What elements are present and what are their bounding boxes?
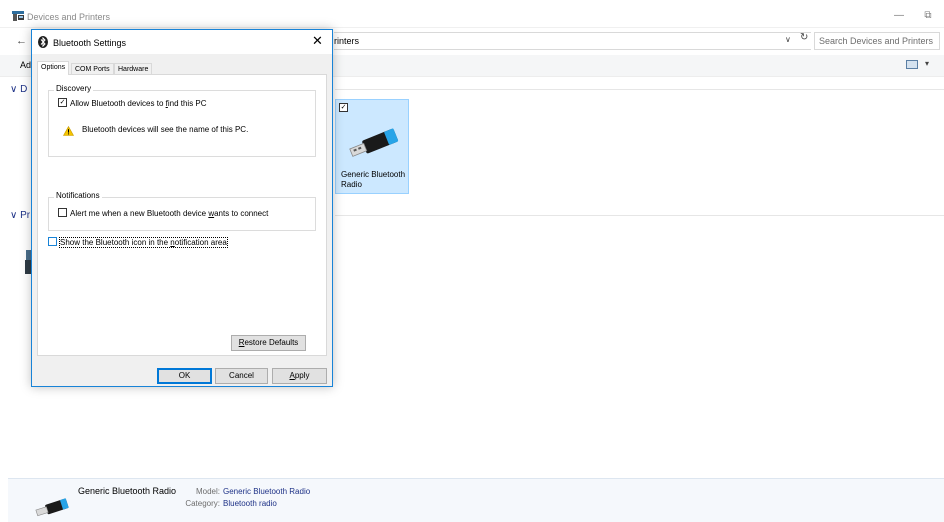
address-text: rinters <box>334 36 360 46</box>
discovery-groupbox: Discovery ✓ Allow Bluetooth devices to fi… <box>48 84 316 157</box>
device-tile-label: Generic Bluetooth Radio <box>341 170 406 189</box>
allow-discovery-checkbox[interactable]: ✓ Allow Bluetooth devices to find this PC <box>58 98 207 108</box>
allow-discovery-label-start: Allow Bluetooth devices to <box>70 99 166 108</box>
apply-label: pply <box>294 371 310 380</box>
usb-bluetooth-dongle-icon <box>349 128 399 157</box>
warning-icon <box>63 126 74 136</box>
ok-button[interactable]: OK <box>157 368 212 384</box>
back-arrow-icon[interactable]: ← <box>16 35 27 47</box>
alert-new-device-check[interactable] <box>58 208 67 218</box>
discovery-legend: Discovery <box>54 84 94 93</box>
notifications-groupbox: Notifications Alert me when a new Blueto… <box>48 191 316 231</box>
close-icon[interactable]: ✕ <box>312 33 323 49</box>
show-bluetooth-icon-checkbox[interactable]: Show the Bluetooth icon in the notificat… <box>48 237 228 248</box>
tab-options[interactable]: Options <box>37 61 70 75</box>
group-divider-devices <box>335 89 944 90</box>
show-icon-label-start: Show the Bluetooth icon in the <box>60 238 171 247</box>
group-header-printers[interactable]: ∨ Pr <box>10 210 30 221</box>
details-category-value: Bluetooth radio <box>223 499 277 508</box>
show-icon-label-end: otification area <box>174 238 227 247</box>
show-bluetooth-icon-check[interactable] <box>48 237 57 247</box>
alert-label-end: ants to connect <box>214 209 269 218</box>
details-model-label: Model: <box>195 487 220 496</box>
dialog-title-bar: Bluetooth Settings ✕ <box>32 30 332 54</box>
change-view-icon[interactable] <box>906 60 918 69</box>
minimize-button[interactable]: — <box>889 8 909 24</box>
allow-discovery-check[interactable]: ✓ <box>58 98 67 108</box>
device-tile-checkbox[interactable]: ✓ <box>339 103 348 112</box>
details-category-label: Category: <box>185 499 220 508</box>
add-device-command[interactable]: Ad <box>20 60 31 70</box>
details-pane: Generic Bluetooth Radio Model: Generic B… <box>8 478 944 522</box>
bluetooth-settings-dialog: Bluetooth Settings ✕ Options COM Ports H… <box>31 29 333 387</box>
devices-printers-icon <box>12 11 24 21</box>
notifications-legend: Notifications <box>54 191 102 200</box>
details-device-name: Generic Bluetooth Radio <box>78 486 177 496</box>
alert-new-device-checkbox[interactable]: Alert me when a new Bluetooth device wan… <box>58 208 269 218</box>
search-input[interactable]: Search Devices and Printers <box>814 32 940 50</box>
show-bluetooth-icon-label: Show the Bluetooth icon in the notificat… <box>59 237 228 248</box>
allow-discovery-label-end: ind this PC <box>167 99 207 108</box>
restore-defaults-label: estore Defaults <box>244 338 299 347</box>
address-dropdown-chevron-icon[interactable]: ∨ <box>785 35 791 44</box>
options-tab-panel: Discovery ✓ Allow Bluetooth devices to fi… <box>37 74 327 356</box>
group-header-devices[interactable]: ∨ D <box>10 84 27 95</box>
cancel-button[interactable]: Cancel <box>215 368 268 384</box>
view-dropdown-icon[interactable]: ▾ <box>925 59 929 68</box>
bluetooth-icon <box>38 36 48 48</box>
details-model-value: Generic Bluetooth Radio <box>223 487 311 496</box>
apply-button[interactable]: Apply <box>272 368 327 384</box>
dialog-title: Bluetooth Settings <box>53 38 127 48</box>
usb-bluetooth-dongle-icon <box>35 498 69 517</box>
refresh-icon[interactable]: ↻ <box>800 32 808 43</box>
discovery-warning-text: Bluetooth devices will see the name of t… <box>82 125 249 134</box>
address-bar[interactable]: rinters <box>334 32 811 50</box>
title-bar: Devices and Printers — ⧉ <box>0 0 944 28</box>
restore-button[interactable]: ⧉ <box>918 8 938 24</box>
restore-defaults-button[interactable]: Restore Defaults <box>231 335 306 351</box>
device-tile-generic-bluetooth-radio[interactable]: ✓ Generic Bluetooth Radio <box>335 99 409 194</box>
group-divider-printers <box>335 215 944 216</box>
alert-label-start: Alert me when a new Bluetooth device <box>70 209 209 218</box>
window-title: Devices and Printers <box>27 12 111 22</box>
